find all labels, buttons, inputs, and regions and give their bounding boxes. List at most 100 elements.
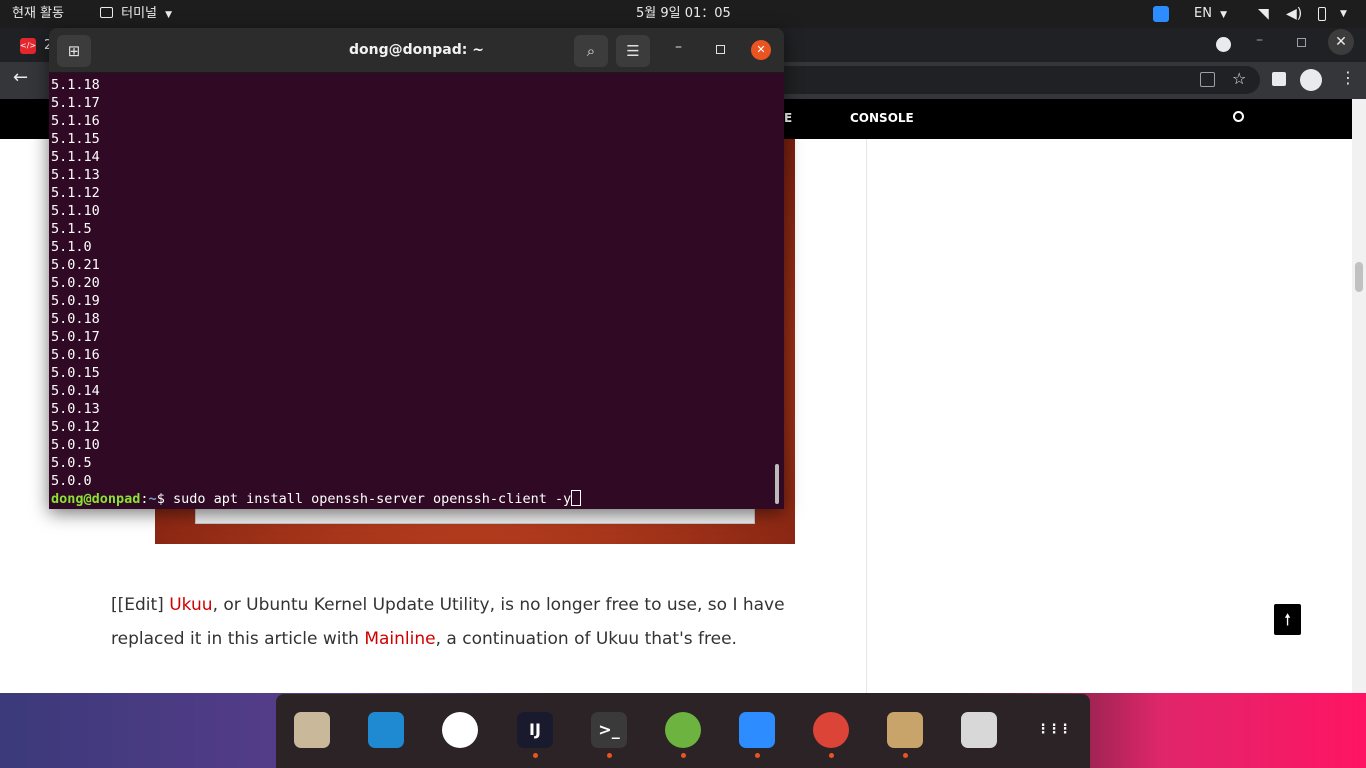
slack-icon[interactable]	[442, 712, 478, 748]
battery-icon	[1318, 7, 1326, 21]
paragraph-text: , a continuation of Ukuu that's free.	[435, 629, 737, 649]
activities-button[interactable]: 현재 활동	[12, 0, 64, 28]
files-icon[interactable]	[294, 712, 330, 748]
paragraph-text: replaced it in this article with	[111, 629, 365, 649]
volume-icon: ◀)	[1286, 6, 1303, 22]
paragraph-line-1: [[Edit] Ukuu, or Ubuntu Kernel Update Ut…	[111, 595, 811, 615]
vscode-icon[interactable]	[368, 712, 404, 748]
prompt-user: dong@donpad	[51, 491, 141, 507]
spring-tool-suite-icon[interactable]	[665, 712, 701, 748]
terminal-output-line: 5.0.19	[51, 293, 100, 309]
terminal-output-line: 5.1.10	[51, 203, 100, 219]
app-menu-label: 터미널	[121, 6, 158, 21]
bookmark-star-icon[interactable]: ☆	[1232, 69, 1246, 88]
zoom-tray-icon[interactable]	[1153, 6, 1169, 22]
minimize-icon[interactable]: –	[675, 39, 682, 55]
text-cursor	[571, 490, 582, 506]
terminal-output-line: 5.1.5	[51, 221, 92, 237]
show-applications-icon[interactable]: ⋮⋮⋮	[1035, 712, 1072, 748]
terminal-output-line: 5.0.10	[51, 437, 100, 453]
terminal-output[interactable]: 5.1.18 5.1.17 5.1.16 5.1.15 5.1.14 5.1.13 5.1.…	[51, 76, 771, 508]
trash-icon[interactable]	[961, 712, 997, 748]
paragraph-text: [[Edit]	[111, 595, 170, 615]
close-icon[interactable]: ✕	[751, 40, 771, 60]
terminal-header-bar: ⊞ dong@donpad: ~ ⌕ ☰ – ✕	[49, 28, 784, 73]
paragraph-text: , or Ubuntu Kernel Update Utility, is no…	[212, 595, 785, 615]
dock: IJ >_ ⋮⋮⋮	[276, 694, 1090, 768]
minimize-icon[interactable]: –	[1256, 32, 1263, 48]
chrome-icon[interactable]	[813, 712, 849, 748]
extensions-icon[interactable]	[1272, 72, 1286, 86]
terminal-output-line: 5.0.20	[51, 275, 100, 291]
running-indicator	[533, 753, 538, 758]
terminal-output-line: 5.0.16	[51, 347, 100, 363]
running-indicator	[607, 753, 612, 758]
nav-item-partial[interactable]: E	[784, 111, 792, 125]
running-indicator	[755, 753, 760, 758]
app-menu[interactable]: 터미널 ▼	[100, 0, 172, 28]
prompt-separator: :	[140, 491, 149, 507]
prompt-path: ~	[148, 491, 157, 507]
terminal-output-line: 5.1.18	[51, 77, 100, 93]
scroll-to-top-button[interactable]: 🠕	[1274, 604, 1301, 635]
clock[interactable]: 5월 9일 01：05	[636, 0, 731, 28]
terminal-output-line: 5.1.12	[51, 185, 100, 201]
page-scrollbar[interactable]	[1352, 99, 1366, 693]
chevron-down-icon: ▼	[1340, 9, 1347, 19]
terminal-output-line: 5.0.21	[51, 257, 100, 273]
input-language-menu[interactable]: EN ▼	[1194, 0, 1227, 28]
wifi-icon: ◥	[1258, 6, 1269, 22]
intellij-icon[interactable]: IJ	[517, 712, 553, 748]
ukuu-link[interactable]: Ukuu	[169, 595, 212, 615]
terminal-output-line: 5.0.12	[51, 419, 100, 435]
terminal-window: ⊞ dong@donpad: ~ ⌕ ☰ – ✕ 5.1.18 5.1.17 5.1…	[49, 28, 784, 509]
search-icon[interactable]	[1233, 111, 1244, 122]
back-arrow-icon[interactable]: ←	[13, 67, 28, 88]
translate-icon[interactable]	[1200, 72, 1215, 87]
maximize-icon[interactable]	[716, 45, 725, 54]
terminal-output-line: 5.1.15	[51, 131, 100, 147]
zoom-icon[interactable]	[739, 712, 775, 748]
sidebar-divider	[866, 139, 867, 693]
close-icon[interactable]: ✕	[1328, 29, 1354, 55]
running-indicator	[903, 753, 908, 758]
terminal-output-line: 5.0.0	[51, 473, 92, 489]
prompt-symbol: $	[156, 491, 173, 507]
terminal-icon[interactable]: >_	[591, 712, 627, 748]
search-icon[interactable]: ⌕	[574, 35, 608, 67]
terminal-output-line: 5.0.15	[51, 365, 100, 381]
terminal-output-line: 5.1.0	[51, 239, 92, 255]
restore-icon[interactable]	[1297, 38, 1306, 47]
command-input[interactable]: sudo apt install openssh-server openssh-…	[173, 491, 571, 507]
system-menu[interactable]: ◥ ◀) ▼	[1256, 0, 1366, 28]
input-language-label: EN	[1194, 6, 1212, 21]
running-indicator	[681, 753, 686, 758]
chevron-down-icon: ▼	[1220, 10, 1228, 20]
site-favicon-icon: </>	[20, 38, 36, 54]
terminal-output-line: 5.0.13	[51, 401, 100, 417]
nav-item-console[interactable]: CONSOLE	[850, 111, 914, 125]
terminal-output-line: 5.0.18	[51, 311, 100, 327]
top-bar: 현재 활동 터미널 ▼ 5월 9일 01：05 EN ▼ ◥ ◀) ▼	[0, 0, 1366, 28]
running-indicator	[829, 753, 834, 758]
profile-avatar-icon[interactable]	[1300, 69, 1322, 91]
hamburger-menu-icon[interactable]: ☰	[616, 35, 650, 67]
tab-search-icon[interactable]	[1216, 37, 1231, 52]
chevron-down-icon: ▼	[165, 10, 173, 20]
terminal-output-line: 5.1.14	[51, 149, 100, 165]
scrollbar-thumb[interactable]	[1355, 262, 1363, 292]
mainline-link[interactable]: Mainline	[364, 629, 435, 649]
terminal-output-line: 5.0.14	[51, 383, 100, 399]
terminal-output-line: 5.1.17	[51, 95, 100, 111]
terminal-output-line: 5.1.13	[51, 167, 100, 183]
terminal-scrollbar[interactable]	[775, 464, 779, 504]
terminal-prompt-line[interactable]: dong@donpad:~$ sudo apt install openssh-…	[51, 490, 771, 508]
terminal-output-line: 5.0.17	[51, 329, 100, 345]
terminal-title: dong@donpad: ~	[349, 42, 484, 58]
terminal-output-lines: 5.1.18 5.1.17 5.1.16 5.1.15 5.1.14 5.1.13 5.1.…	[51, 76, 771, 490]
paragraph-line-2: replaced it in this article with Mainlin…	[111, 629, 811, 649]
terminal-app-icon	[100, 7, 113, 18]
more-vert-icon[interactable]: ⋮	[1340, 68, 1356, 87]
terminal-output-line: 5.1.16	[51, 113, 100, 129]
software-installer-icon[interactable]	[887, 712, 923, 748]
